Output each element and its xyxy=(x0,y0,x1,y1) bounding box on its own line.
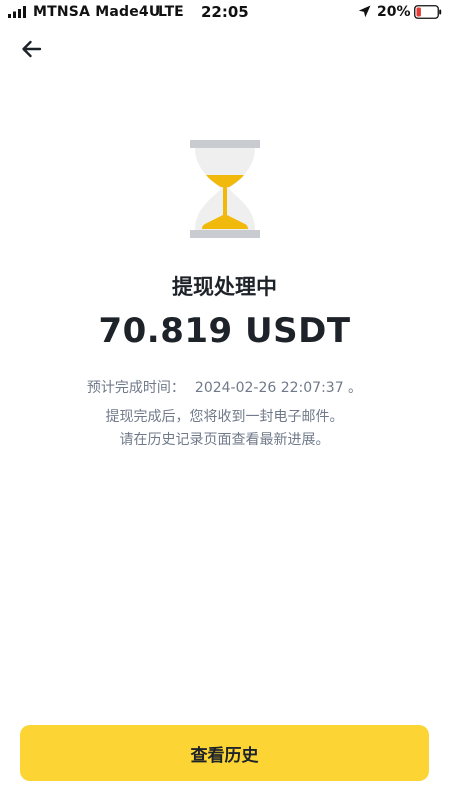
view-history-button[interactable]: 查看历史 xyxy=(20,725,429,781)
eta-value: 2024-02-26 22:07:37 。 xyxy=(194,380,363,396)
estimated-completion: 预计完成时间： 2024-02-26 22:07:37 。 xyxy=(0,377,449,397)
note-line-history: 请在历史记录页面查看最新进展。 xyxy=(119,432,330,448)
status-time: 22:05 xyxy=(201,3,249,21)
completion-note: 提现完成后，您将收到一封电子邮件。 请在历史记录页面查看最新进展。 xyxy=(0,406,449,452)
carrier-name: MTNSA Made4U xyxy=(33,4,161,20)
note-line-email: 提现完成后，您将收到一封电子邮件。 xyxy=(105,409,344,425)
status-title: 提现处理中 xyxy=(172,275,277,299)
eta-label: 预计完成时间： xyxy=(86,380,185,396)
withdrawal-amount: 70.819 USDT xyxy=(98,311,351,351)
location-arrow-icon xyxy=(358,5,371,18)
network-type: LTE xyxy=(158,4,184,20)
back-arrow-icon[interactable] xyxy=(18,37,46,61)
status-bar: MTNSA Made4U LTE 22:05 20% xyxy=(0,0,449,26)
battery-icon xyxy=(414,5,442,19)
signal-strength-icon xyxy=(8,6,26,18)
hourglass-icon xyxy=(190,140,260,238)
withdrawal-processing-screen: MTNSA Made4U LTE 22:05 20% 提现处理中 70.819 … xyxy=(0,0,449,800)
view-history-label: 查看历史 xyxy=(190,745,259,766)
battery-percent: 20% xyxy=(377,4,411,20)
